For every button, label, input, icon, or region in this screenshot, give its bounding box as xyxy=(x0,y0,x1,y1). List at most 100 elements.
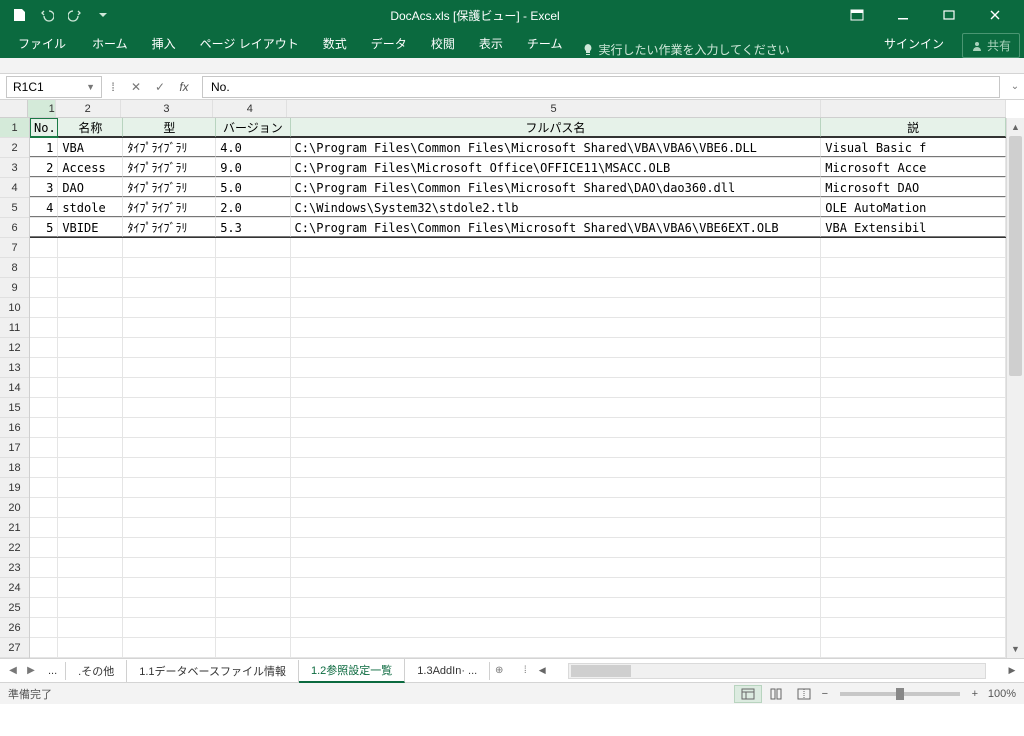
cell[interactable] xyxy=(30,598,58,617)
cell[interactable]: C:\Program Files\Microsoft Office\OFFICE… xyxy=(291,158,822,177)
cell[interactable]: ﾀｲﾌﾟﾗｲﾌﾞﾗﾘ xyxy=(123,198,216,217)
cell[interactable] xyxy=(123,518,216,537)
select-all-corner[interactable] xyxy=(0,100,28,118)
cell[interactable] xyxy=(30,298,58,317)
cell[interactable] xyxy=(123,638,216,657)
cell[interactable] xyxy=(291,578,822,597)
cell[interactable] xyxy=(291,458,822,477)
tab-formulas[interactable]: 数式 xyxy=(311,29,359,58)
row-header[interactable]: 12 xyxy=(0,338,29,358)
cell[interactable]: 5.3 xyxy=(216,218,290,237)
tab-scroll-right-icon[interactable]: ▶ xyxy=(22,662,40,680)
cell[interactable] xyxy=(123,478,216,497)
row-header[interactable]: 8 xyxy=(0,258,29,278)
row-header[interactable]: 24 xyxy=(0,578,29,598)
cell[interactable]: 4.0 xyxy=(216,138,290,157)
cell[interactable] xyxy=(30,578,58,597)
cell[interactable] xyxy=(58,318,123,337)
cell-header-name[interactable]: 名称 xyxy=(58,118,123,137)
row-header[interactable]: 6 xyxy=(0,218,29,238)
tab-insert[interactable]: 挿入 xyxy=(140,29,188,58)
cell[interactable]: ﾀｲﾌﾟﾗｲﾌﾞﾗﾘ xyxy=(123,218,216,237)
row-header[interactable]: 11 xyxy=(0,318,29,338)
cell[interactable]: Visual Basic f xyxy=(821,138,1006,157)
vscroll-thumb[interactable] xyxy=(1009,136,1022,376)
cell[interactable] xyxy=(216,538,290,557)
cell[interactable] xyxy=(291,498,822,517)
cell[interactable]: 1 xyxy=(30,138,58,157)
tab-scroll-left-icon[interactable]: ◀ xyxy=(4,662,22,680)
cell[interactable] xyxy=(58,498,123,517)
cell[interactable] xyxy=(58,438,123,457)
view-page-break-icon[interactable] xyxy=(790,685,818,703)
sheet-tab-other[interactable]: .その他 xyxy=(66,660,127,682)
hscroll-left-icon[interactable]: ◀ xyxy=(534,663,550,679)
cell[interactable] xyxy=(123,458,216,477)
cell[interactable] xyxy=(821,318,1006,337)
cell[interactable] xyxy=(58,418,123,437)
new-sheet-icon[interactable]: ⊕ xyxy=(490,662,508,680)
cell[interactable] xyxy=(123,338,216,357)
cell[interactable] xyxy=(123,558,216,577)
minimize-icon[interactable] xyxy=(880,1,926,29)
view-normal-icon[interactable] xyxy=(734,685,762,703)
tab-page-layout[interactable]: ページ レイアウト xyxy=(188,29,311,58)
cell[interactable] xyxy=(821,498,1006,517)
cell[interactable] xyxy=(821,378,1006,397)
col-header-6[interactable] xyxy=(821,100,1006,117)
cell[interactable] xyxy=(123,278,216,297)
cell[interactable]: VBIDE xyxy=(58,218,123,237)
cell[interactable] xyxy=(58,398,123,417)
col-header-5[interactable]: 5 xyxy=(287,100,820,117)
sheet-tab-more[interactable]: ... xyxy=(40,662,66,680)
cell[interactable] xyxy=(821,258,1006,277)
cell[interactable] xyxy=(123,298,216,317)
cell[interactable] xyxy=(291,318,822,337)
cell[interactable] xyxy=(216,618,290,637)
cell[interactable] xyxy=(30,378,58,397)
cell[interactable]: 3 xyxy=(30,178,58,197)
cell[interactable] xyxy=(216,558,290,577)
cell[interactable] xyxy=(821,278,1006,297)
row-header[interactable]: 17 xyxy=(0,438,29,458)
cell[interactable] xyxy=(123,358,216,377)
view-page-layout-icon[interactable] xyxy=(762,685,790,703)
row-header[interactable]: 27 xyxy=(0,638,29,658)
col-header-4[interactable]: 4 xyxy=(213,100,287,117)
row-header[interactable]: 5 xyxy=(0,198,29,218)
cell[interactable] xyxy=(30,418,58,437)
cell[interactable]: C:\Windows\System32\stdole2.tlb xyxy=(291,198,822,217)
cell[interactable] xyxy=(821,518,1006,537)
enter-icon[interactable]: ✓ xyxy=(148,76,172,98)
cell[interactable] xyxy=(821,478,1006,497)
row-header[interactable]: 18 xyxy=(0,458,29,478)
cell[interactable] xyxy=(58,358,123,377)
row-header[interactable]: 4 xyxy=(0,178,29,198)
cell[interactable]: C:\Program Files\Common Files\Microsoft … xyxy=(291,178,822,197)
cell[interactable] xyxy=(291,418,822,437)
cell[interactable] xyxy=(821,398,1006,417)
cell[interactable] xyxy=(291,478,822,497)
cell[interactable]: ﾀｲﾌﾟﾗｲﾌﾞﾗﾘ xyxy=(123,158,216,177)
fx-icon[interactable]: fx xyxy=(172,76,196,98)
row-header[interactable]: 26 xyxy=(0,618,29,638)
row-header[interactable]: 7 xyxy=(0,238,29,258)
cell[interactable] xyxy=(123,238,216,257)
cell[interactable] xyxy=(216,638,290,657)
signin-button[interactable]: サインイン xyxy=(872,29,956,58)
cell[interactable] xyxy=(216,498,290,517)
cell[interactable] xyxy=(58,618,123,637)
cell[interactable] xyxy=(30,538,58,557)
scroll-up-icon[interactable]: ▲ xyxy=(1007,118,1024,136)
undo-icon[interactable] xyxy=(34,4,60,26)
save-icon[interactable] xyxy=(6,4,32,26)
cell[interactable] xyxy=(821,238,1006,257)
row-header[interactable]: 15 xyxy=(0,398,29,418)
tell-me[interactable]: 実行したい作業を入力してください xyxy=(574,41,797,58)
cell[interactable] xyxy=(291,618,822,637)
cell[interactable] xyxy=(30,518,58,537)
cell[interactable]: VBA xyxy=(58,138,123,157)
cell[interactable]: C:\Program Files\Common Files\Microsoft … xyxy=(291,218,822,237)
cell[interactable] xyxy=(58,638,123,657)
tab-review[interactable]: 校閲 xyxy=(419,29,467,58)
